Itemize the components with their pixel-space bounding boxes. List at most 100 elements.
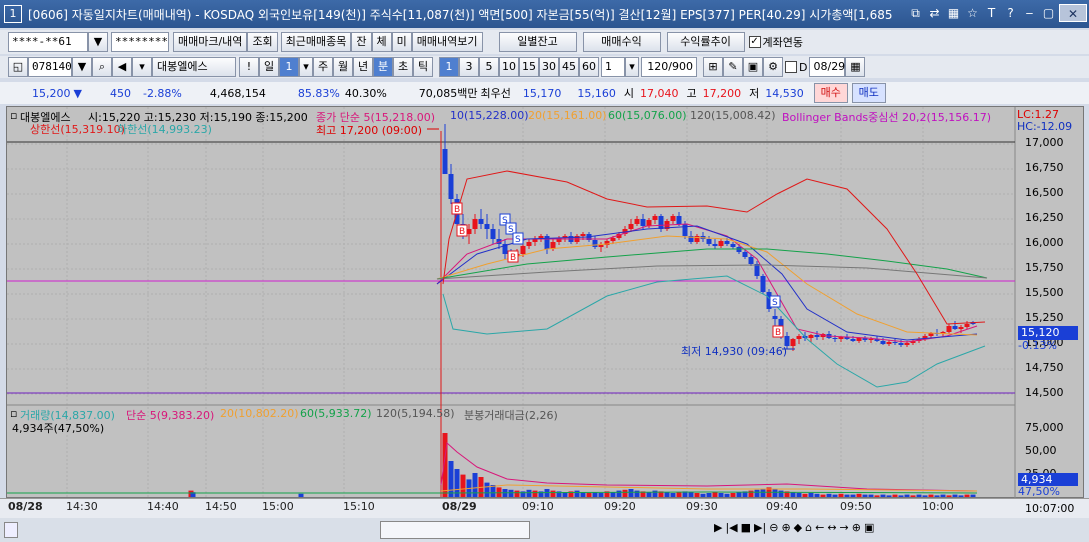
- minimize-icon[interactable]: ‒: [1021, 4, 1038, 22]
- candle-body: [442, 149, 448, 174]
- period-day-count[interactable]: 1: [279, 57, 299, 77]
- indicator-icon[interactable]: ⊞: [703, 57, 723, 77]
- volume-bar: [712, 492, 718, 497]
- interval-dropdown[interactable]: ▾: [625, 57, 639, 77]
- scroll-left-icon[interactable]: [4, 522, 18, 538]
- interval-60[interactable]: 60: [579, 57, 599, 77]
- daily-balance-button[interactable]: 일별잔고: [498, 32, 577, 52]
- fit-icon[interactable]: ◆: [794, 521, 802, 534]
- first-icon[interactable]: |◀: [725, 521, 737, 534]
- buy-button[interactable]: 매수: [813, 83, 848, 103]
- pin-icon[interactable]: T: [983, 4, 1000, 22]
- speaker-dropdown[interactable]: ▾: [132, 57, 152, 77]
- return-trend-button[interactable]: 수익률추이: [666, 32, 745, 52]
- scroll-thumb[interactable]: [380, 521, 530, 539]
- account-link-checkbox[interactable]: ✓: [748, 36, 761, 48]
- zoom-in-icon[interactable]: ⊕: [781, 521, 790, 534]
- interval-30[interactable]: 30: [539, 57, 559, 77]
- stop-icon[interactable]: ■: [741, 521, 751, 534]
- prev-icon[interactable]: ▶: [714, 521, 722, 534]
- high-label: 고: [686, 87, 697, 100]
- search-icon[interactable]: ⌕: [92, 57, 112, 77]
- interval-5[interactable]: 5: [479, 57, 499, 77]
- ask-price: 15,160: [577, 86, 616, 100]
- filled-button[interactable]: 체: [371, 32, 392, 52]
- period-year-button[interactable]: 년: [353, 57, 373, 77]
- calendar-icon[interactable]: ▦: [845, 57, 866, 77]
- code-dropdown[interactable]: ▼: [72, 57, 92, 77]
- chart-type-icon[interactable]: ◱: [8, 57, 28, 77]
- legend-ma120: 120(15,008.42): [690, 109, 776, 122]
- volume-bar: [646, 492, 652, 497]
- balance-button[interactable]: 잔: [351, 32, 372, 52]
- time-tick: 10:00: [922, 500, 954, 513]
- last-icon[interactable]: ▶|: [754, 521, 766, 534]
- high-price: 17,200: [702, 86, 742, 100]
- stock-code-field[interactable]: 078140: [28, 57, 72, 77]
- grid-icon[interactable]: ▦: [945, 4, 962, 22]
- interval-10[interactable]: 10: [499, 57, 519, 77]
- candle-body: [904, 343, 910, 345]
- draw-icon[interactable]: ✎: [723, 57, 743, 77]
- ma60-line: [436, 248, 988, 280]
- link-icon[interactable]: ⇄: [926, 4, 943, 22]
- time-tick: 15:10: [343, 500, 375, 513]
- period-week-button[interactable]: 주: [313, 57, 333, 77]
- query-button[interactable]: 조회: [247, 32, 278, 52]
- time-tick: 09:30: [686, 500, 718, 513]
- account-dropdown[interactable]: ▼: [88, 32, 108, 52]
- alert-button[interactable]: !: [239, 57, 259, 77]
- volume-current: 4,934주(47,50%): [12, 422, 105, 435]
- period-month-button[interactable]: 월: [333, 57, 353, 77]
- speaker-icon[interactable]: ◀: [112, 57, 132, 77]
- settings-icon[interactable]: ⚙: [763, 57, 783, 77]
- zoom-out-icon[interactable]: ⊖: [769, 521, 778, 534]
- interval-field[interactable]: 1: [601, 57, 625, 77]
- volume-bar: [892, 494, 898, 497]
- candle-body: [718, 241, 724, 246]
- account-field[interactable]: ****-**61: [8, 32, 88, 52]
- period-dropdown[interactable]: ▾: [299, 57, 313, 77]
- print-icon[interactable]: ▣: [864, 521, 874, 534]
- interval-15[interactable]: 15: [519, 57, 539, 77]
- sell-button[interactable]: 매도: [851, 83, 886, 103]
- trade-mark-button[interactable]: 매매마크/내역: [173, 32, 248, 52]
- date-label: D: [799, 60, 808, 74]
- home-icon[interactable]: ⌂: [805, 521, 812, 534]
- close-icon[interactable]: ✕: [1059, 4, 1087, 22]
- left-arrow-icon[interactable]: ←: [815, 521, 824, 534]
- interval-45[interactable]: 45: [559, 57, 579, 77]
- star-icon[interactable]: ☆: [964, 4, 981, 22]
- unfilled-button[interactable]: 미: [391, 32, 412, 52]
- time-end: 10:07:00: [1025, 502, 1075, 515]
- date-checkbox[interactable]: [785, 61, 797, 73]
- maximize-icon[interactable]: ▢: [1040, 4, 1057, 22]
- period-minute-button[interactable]: 분: [373, 57, 393, 77]
- scroll-bar[interactable]: ▶ |◀ ■ ▶| ⊖ ⊕ ◆ ⌂ ← ↔ → ⊕ ▣: [0, 518, 1089, 542]
- bar-count-field[interactable]: 120/900: [641, 57, 697, 77]
- save-icon[interactable]: ▣: [743, 57, 763, 77]
- trade-history-button[interactable]: 매매내역보기: [411, 32, 483, 52]
- expand-icon[interactable]: ↔: [827, 521, 836, 534]
- period-second-button[interactable]: 초: [393, 57, 413, 77]
- candle-body: [646, 220, 652, 226]
- period-tick-button[interactable]: 틱: [413, 57, 433, 77]
- interval-1[interactable]: 1: [439, 57, 459, 77]
- recent-stocks-button[interactable]: 최근매매종목: [280, 32, 352, 52]
- period-day-button[interactable]: 일: [259, 57, 279, 77]
- trade-profit-button[interactable]: 매매수익: [582, 32, 661, 52]
- volume-ma20-legend: 20(10,802.20): [220, 407, 299, 420]
- right-arrow-icon[interactable]: →: [840, 521, 849, 534]
- help-icon[interactable]: ?: [1002, 4, 1019, 22]
- volume-bar: [610, 492, 616, 497]
- volume-ma5-legend: 단순 5(9,383.20): [126, 409, 215, 422]
- reset-icon[interactable]: ⊕: [852, 521, 861, 534]
- amount-legend: 분봉거래대금(2,26): [464, 409, 558, 422]
- candle-body: [712, 244, 718, 246]
- chart-area[interactable]: BBBBSSSS: [6, 106, 1084, 499]
- password-field[interactable]: ********: [111, 32, 169, 52]
- time-tick: 14:40: [147, 500, 179, 513]
- interval-3[interactable]: 3: [459, 57, 479, 77]
- restore-icon[interactable]: ⧉: [907, 4, 924, 22]
- date-field[interactable]: 08/29: [809, 57, 846, 77]
